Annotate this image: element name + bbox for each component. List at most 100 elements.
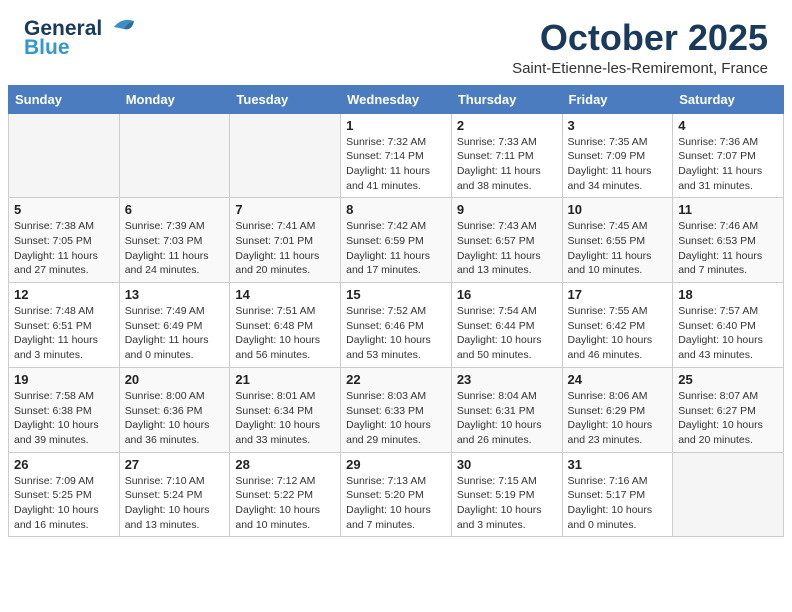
daylight-text: Daylight: 10 hours and 26 minutes. — [457, 419, 542, 446]
daylight-text: Daylight: 10 hours and 43 minutes. — [678, 334, 763, 361]
calendar-week-row: 26Sunrise: 7:09 AMSunset: 5:25 PMDayligh… — [9, 452, 784, 537]
sunset-text: Sunset: 5:24 PM — [125, 489, 203, 501]
sunset-text: Sunset: 7:01 PM — [235, 235, 313, 247]
day-number: 27 — [125, 457, 225, 472]
day-number: 23 — [457, 372, 557, 387]
header-friday: Friday — [562, 85, 673, 113]
sunrise-text: Sunrise: 7:41 AM — [235, 220, 315, 232]
sunrise-text: Sunrise: 7:45 AM — [568, 220, 648, 232]
header-wednesday: Wednesday — [341, 85, 452, 113]
sunset-text: Sunset: 6:44 PM — [457, 320, 535, 332]
day-info: Sunrise: 7:12 AMSunset: 5:22 PMDaylight:… — [235, 474, 335, 533]
daylight-text: Daylight: 10 hours and 0 minutes. — [568, 504, 653, 531]
table-row: 25Sunrise: 8:07 AMSunset: 6:27 PMDayligh… — [673, 367, 784, 452]
sunrise-text: Sunrise: 7:42 AM — [346, 220, 426, 232]
table-row: 2 Sunrise: 7:33 AMSunset: 7:11 PMDaylight… — [451, 113, 562, 198]
weekday-header-row: Sunday Monday Tuesday Wednesday Thursday… — [9, 85, 784, 113]
sunrise-text: Sunrise: 7:51 AM — [235, 305, 315, 317]
day-number: 30 — [457, 457, 557, 472]
daylight-text: Daylight: 10 hours and 50 minutes. — [457, 334, 542, 361]
day-number: 8 — [346, 202, 446, 217]
sunset-text: Sunset: 6:49 PM — [125, 320, 203, 332]
day-number: 24 — [568, 372, 668, 387]
table-row: 18 Sunrise: 7:57 AMSunset: 6:40 PMDayligh… — [673, 283, 784, 368]
day-info: Sunrise: 8:00 AMSunset: 6:36 PMDaylight:… — [125, 389, 225, 448]
sunrise-text: Sunrise: 7:09 AM — [14, 475, 94, 487]
table-row: 10Sunrise: 7:45 AMSunset: 6:55 PMDayligh… — [562, 198, 673, 283]
day-number: 2 — [457, 118, 557, 133]
logo-bird-icon — [104, 17, 136, 37]
sunrise-text: Sunrise: 7:43 AM — [457, 220, 537, 232]
table-row — [119, 113, 230, 198]
table-row — [9, 113, 120, 198]
daylight-text: Daylight: 11 hours and 10 minutes. — [568, 250, 652, 277]
sunset-text: Sunset: 6:59 PM — [346, 235, 424, 247]
sunset-text: Sunset: 6:51 PM — [14, 320, 92, 332]
table-row — [230, 113, 341, 198]
sunrise-text: Sunrise: 7:49 AM — [125, 305, 205, 317]
sunset-text: Sunset: 6:38 PM — [14, 405, 92, 417]
table-row: 9Sunrise: 7:43 AMSunset: 6:57 PMDaylight… — [451, 198, 562, 283]
day-info: Sunrise: 7:57 AMSunset: 6:40 PMDaylight:… — [678, 304, 778, 363]
header-tuesday: Tuesday — [230, 85, 341, 113]
sunset-text: Sunset: 5:19 PM — [457, 489, 535, 501]
daylight-text: Daylight: 10 hours and 23 minutes. — [568, 419, 653, 446]
day-number: 22 — [346, 372, 446, 387]
day-info: Sunrise: 7:54 AMSunset: 6:44 PMDaylight:… — [457, 304, 557, 363]
day-number: 25 — [678, 372, 778, 387]
daylight-text: Daylight: 10 hours and 56 minutes. — [235, 334, 320, 361]
day-number: 9 — [457, 202, 557, 217]
daylight-text: Daylight: 10 hours and 16 minutes. — [14, 504, 99, 531]
day-info: Sunrise: 7:16 AMSunset: 5:17 PMDaylight:… — [568, 474, 668, 533]
day-number: 14 — [235, 287, 335, 302]
sunset-text: Sunset: 6:46 PM — [346, 320, 424, 332]
day-number: 5 — [14, 202, 114, 217]
sunrise-text: Sunrise: 8:07 AM — [678, 390, 758, 402]
sunset-text: Sunset: 7:09 PM — [568, 150, 646, 162]
day-info: Sunrise: 7:32 AMSunset: 7:14 PMDaylight:… — [346, 135, 446, 194]
day-info: Sunrise: 7:33 AMSunset: 7:11 PMDaylight:… — [457, 135, 557, 194]
sunrise-text: Sunrise: 7:15 AM — [457, 475, 537, 487]
day-info: Sunrise: 7:51 AMSunset: 6:48 PMDaylight:… — [235, 304, 335, 363]
day-info: Sunrise: 7:55 AMSunset: 6:42 PMDaylight:… — [568, 304, 668, 363]
day-number: 7 — [235, 202, 335, 217]
calendar-table: Sunday Monday Tuesday Wednesday Thursday… — [8, 85, 784, 538]
sunrise-text: Sunrise: 7:57 AM — [678, 305, 758, 317]
daylight-text: Daylight: 10 hours and 29 minutes. — [346, 419, 431, 446]
sunrise-text: Sunrise: 7:39 AM — [125, 220, 205, 232]
table-row: 13Sunrise: 7:49 AMSunset: 6:49 PMDayligh… — [119, 283, 230, 368]
daylight-text: Daylight: 10 hours and 46 minutes. — [568, 334, 653, 361]
table-row: 27Sunrise: 7:10 AMSunset: 5:24 PMDayligh… — [119, 452, 230, 537]
sunrise-text: Sunrise: 7:58 AM — [14, 390, 94, 402]
page-header: General Blue October 2025 Saint-Etienne-… — [0, 0, 792, 85]
day-info: Sunrise: 7:09 AMSunset: 5:25 PMDaylight:… — [14, 474, 114, 533]
table-row: 30Sunrise: 7:15 AMSunset: 5:19 PMDayligh… — [451, 452, 562, 537]
sunset-text: Sunset: 6:31 PM — [457, 405, 535, 417]
day-info: Sunrise: 7:13 AMSunset: 5:20 PMDaylight:… — [346, 474, 446, 533]
day-info: Sunrise: 7:36 AMSunset: 7:07 PMDaylight:… — [678, 135, 778, 194]
day-info: Sunrise: 8:03 AMSunset: 6:33 PMDaylight:… — [346, 389, 446, 448]
daylight-text: Daylight: 10 hours and 20 minutes. — [678, 419, 763, 446]
day-number: 29 — [346, 457, 446, 472]
sunrise-text: Sunrise: 8:01 AM — [235, 390, 315, 402]
sunset-text: Sunset: 6:57 PM — [457, 235, 535, 247]
day-number: 11 — [678, 202, 778, 217]
day-number: 15 — [346, 287, 446, 302]
table-row: 17Sunrise: 7:55 AMSunset: 6:42 PMDayligh… — [562, 283, 673, 368]
table-row: 21Sunrise: 8:01 AMSunset: 6:34 PMDayligh… — [230, 367, 341, 452]
sunrise-text: Sunrise: 7:48 AM — [14, 305, 94, 317]
day-number: 16 — [457, 287, 557, 302]
daylight-text: Daylight: 11 hours and 0 minutes. — [125, 334, 209, 361]
day-number: 12 — [14, 287, 114, 302]
sunset-text: Sunset: 6:33 PM — [346, 405, 424, 417]
table-row: 6Sunrise: 7:39 AMSunset: 7:03 PMDaylight… — [119, 198, 230, 283]
day-number: 21 — [235, 372, 335, 387]
sunset-text: Sunset: 7:11 PM — [457, 150, 534, 162]
sunrise-text: Sunrise: 7:10 AM — [125, 475, 205, 487]
sunrise-text: Sunrise: 7:16 AM — [568, 475, 648, 487]
day-number: 6 — [125, 202, 225, 217]
day-number: 18 — [678, 287, 778, 302]
sunset-text: Sunset: 6:29 PM — [568, 405, 646, 417]
sunset-text: Sunset: 7:07 PM — [678, 150, 756, 162]
daylight-text: Daylight: 11 hours and 7 minutes. — [678, 250, 762, 277]
